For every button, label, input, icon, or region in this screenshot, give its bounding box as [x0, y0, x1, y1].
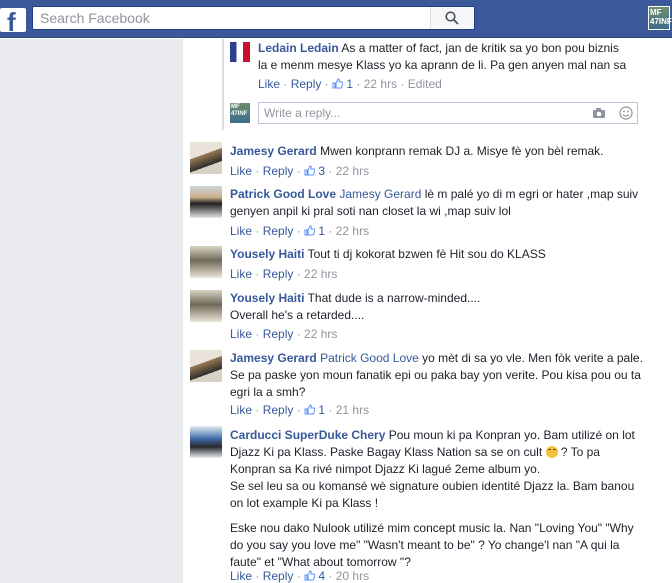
search-box [32, 6, 475, 30]
comment-text: yo mèt di sa yo vle. Men fòk verite a pa… [418, 351, 643, 365]
comment-author[interactable]: Carducci SuperDuke Chery [230, 428, 385, 442]
reply-input[interactable] [259, 103, 579, 123]
thumbs-up-icon [304, 570, 316, 581]
reply-link[interactable]: Reply [291, 77, 322, 91]
avatar[interactable] [190, 290, 222, 322]
comment-text: do you say you love me" "Wasn't meant to… [230, 538, 620, 552]
comment-author[interactable]: Patrick Good Love [230, 187, 336, 201]
like-count[interactable]: 1 [318, 403, 325, 417]
thumbs-up-icon [332, 78, 344, 89]
comment-text: Djazz Ki pa Klass. Paske Bagay Klass Nat… [230, 445, 543, 459]
comment-text: ? To pa [557, 445, 600, 459]
mention-link[interactable]: Patrick Good Love [320, 351, 419, 365]
profile-avatar[interactable]: MF 47INF [648, 6, 672, 30]
thumbs-up-icon [304, 404, 316, 415]
comment-text: Se pa paske yon moun fanatik epi ou paka… [230, 368, 641, 382]
like-count[interactable]: 3 [318, 164, 325, 178]
comment-text: on lot example Ki pa Klass ! [230, 496, 379, 510]
comment-text: la e menm mesye Klass yo ka aprann de li… [258, 58, 627, 72]
comment-text: Eske nou dako Nulook utilizé mim concept… [230, 521, 634, 535]
like-link[interactable]: Like [230, 569, 252, 583]
comment-text: That dude is a narrow-minded.... [304, 291, 481, 305]
comment-text: Mwen konprann remak DJ a. Misye fè yon b… [316, 144, 604, 158]
camera-icon[interactable] [592, 107, 606, 119]
like-link[interactable]: Like [258, 77, 280, 91]
comment-text: Se sel leu sa ou komansé wè signature ou… [230, 479, 635, 493]
grin-emoji-icon [545, 446, 558, 458]
avatar[interactable] [190, 426, 222, 458]
timestamp[interactable]: 21 hrs [336, 403, 369, 417]
like-link[interactable]: Like [230, 224, 252, 238]
top-bar: f MF 47INF [0, 0, 672, 38]
like-link[interactable]: Like [230, 267, 252, 281]
reply-link[interactable]: Reply [263, 403, 294, 417]
timestamp[interactable]: 22 hrs [304, 267, 337, 281]
like-link[interactable]: Like [230, 327, 252, 341]
reply-link[interactable]: Reply [263, 569, 294, 583]
thumbs-up-icon [304, 225, 316, 236]
like-count[interactable]: 1 [318, 224, 325, 238]
timestamp[interactable]: 22 hrs [336, 164, 369, 178]
like-count[interactable]: 1 [346, 77, 353, 91]
avatar[interactable] [190, 246, 222, 278]
comment-text: Tout ti dj kokorat bzwen fè Hit sou do K… [304, 247, 546, 261]
comment-text: Pou moun ki pa Konpran yo. Bam utilizé o… [385, 428, 635, 442]
like-link[interactable]: Like [230, 403, 252, 417]
reply-link[interactable]: Reply [263, 267, 294, 281]
avatar[interactable] [190, 186, 222, 218]
timestamp[interactable]: 22 hrs [364, 77, 397, 91]
comment-text: As a matter of fact, jan de kritik sa yo… [338, 41, 619, 55]
search-input[interactable] [33, 7, 433, 29]
emoji-icon[interactable] [619, 106, 633, 120]
reply-link[interactable]: Reply [263, 164, 294, 178]
comment-text: Konpran sa Ka rivé nimpot Djazz Ki lagué… [230, 462, 541, 476]
avatar[interactable] [190, 142, 222, 174]
comment-author[interactable]: Jamesy Gerard [230, 351, 317, 365]
profile-avatar-text: MF 47INF [650, 8, 672, 26]
avatar[interactable] [190, 350, 222, 382]
timestamp[interactable]: 22 hrs [304, 327, 337, 341]
edited-label[interactable]: Edited [408, 77, 442, 91]
comment-text: egri la a smh? [230, 385, 306, 399]
comment-author[interactable]: Yousely Haiti [230, 291, 304, 305]
mention-link[interactable]: Jamesy Gerard [339, 187, 421, 201]
search-icon [445, 11, 459, 25]
comment-author[interactable]: Jamesy Gerard [230, 144, 317, 158]
comment-author[interactable]: Ledain Ledain [258, 41, 339, 55]
avatar[interactable] [230, 42, 250, 62]
comment-text: faute" et "What about tomorrow "? [230, 555, 411, 569]
reply-link[interactable]: Reply [263, 224, 294, 238]
search-button[interactable] [430, 7, 474, 29]
my-avatar-text: MF 47INF [231, 104, 248, 117]
my-avatar: MF 47INF [230, 103, 250, 123]
timestamp[interactable]: 20 hrs [336, 569, 369, 583]
like-link[interactable]: Like [230, 164, 252, 178]
comment-text: lè m palé yo di m egri or hater ,map sui… [421, 187, 639, 201]
reply-link[interactable]: Reply [263, 327, 294, 341]
timestamp[interactable]: 22 hrs [336, 224, 369, 238]
thumbs-up-icon [304, 165, 316, 176]
like-count[interactable]: 4 [318, 569, 325, 583]
comment-text: Overall he's a retarded.... [230, 308, 365, 322]
comment-text: genyen anpil ki pral soti nan closet la … [230, 204, 511, 218]
facebook-logo-icon[interactable]: f [0, 7, 26, 37]
comment-author[interactable]: Yousely Haiti [230, 247, 304, 261]
reply-composer [258, 102, 638, 124]
left-rail [0, 39, 183, 583]
